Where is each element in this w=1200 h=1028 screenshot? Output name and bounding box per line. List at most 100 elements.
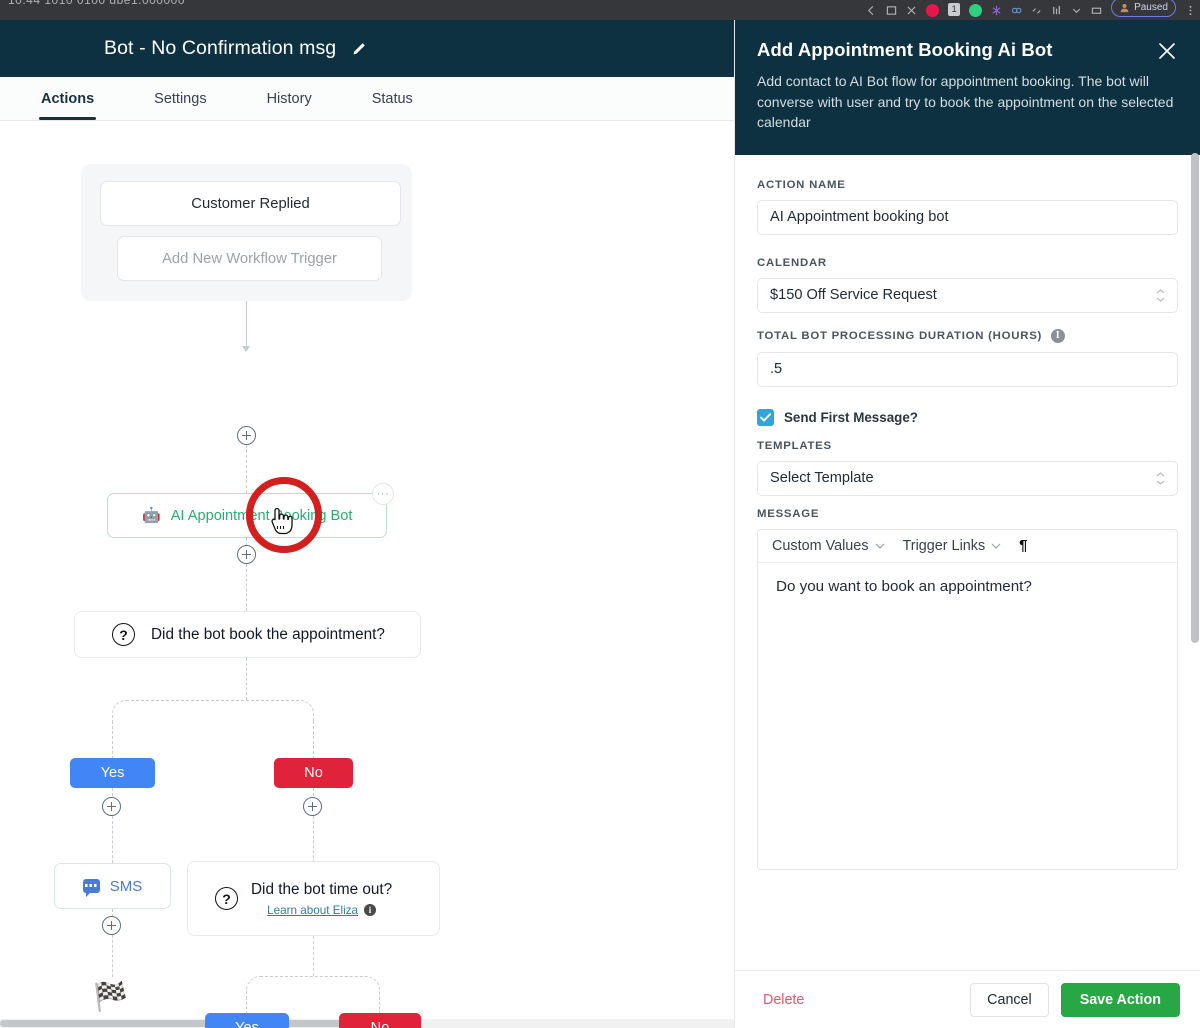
close-window-icon[interactable] (906, 5, 917, 16)
back-icon[interactable] (866, 5, 877, 16)
branch-label-yes-2[interactable]: Yes (205, 1013, 289, 1028)
app-root: 10:44 1010 0100 dbe1.000000 1 Paused Bot… (0, 0, 1200, 1028)
tab-actions[interactable]: Actions (39, 77, 97, 120)
chevron-down-icon (875, 543, 884, 549)
branch-label-no-2-text: No (370, 1020, 390, 1028)
message-editor: Custom Values Trigger Links ¶ Do you wan… (757, 528, 1178, 870)
avatar-icon (1120, 3, 1129, 13)
info-icon[interactable]: i (1051, 328, 1066, 343)
tab-history[interactable]: History (265, 77, 314, 120)
extension-icon-red[interactable] (926, 3, 940, 17)
duration-input[interactable]: .5 (757, 351, 1178, 387)
calendar-select[interactable]: $150 Off Service Request (757, 277, 1178, 313)
add-step-button-yes-1[interactable] (102, 797, 121, 816)
robot-icon: 🤖 (142, 507, 161, 524)
checkered-flag-icon: 🏁 (93, 981, 128, 1012)
chevron-down-icon[interactable] (1071, 5, 1082, 16)
pencil-icon[interactable] (350, 40, 368, 58)
connector-line (246, 301, 247, 347)
message-body-text: Do you want to book an appointment? (776, 577, 1032, 595)
delete-button[interactable]: Delete (755, 986, 812, 1014)
action-name-input[interactable]: AI Appointment booking bot (757, 199, 1178, 235)
condition-node-did-bot-time-out[interactable]: ? Did the bot time out? Learn about Eliz… (187, 861, 440, 936)
panel-vertical-scrollbar[interactable] (1191, 153, 1199, 643)
trigger-node-label: Customer Replied (191, 195, 310, 212)
browser-chrome-strip: 10:44 1010 0100 dbe1.000000 1 Paused (0, 0, 1200, 20)
tab-status-label: Status (371, 90, 413, 107)
workflow-canvas[interactable]: Customer Replied Add New Workflow Trigge… (0, 121, 734, 1028)
branch-label-no-1[interactable]: No (274, 758, 353, 788)
connector-line (246, 564, 247, 611)
workflow-title: Bot - No Confirmation msg (104, 37, 337, 59)
extension-icon-blue[interactable] (1011, 5, 1022, 16)
action-name-value: AI Appointment booking bot (770, 209, 949, 225)
duration-label: TOTAL BOT PROCESSING DURATION (HOURS) i (757, 328, 1178, 343)
workflow-header: Bot - No Confirmation msg (0, 20, 734, 77)
message-textarea[interactable]: Do you want to book an appointment? (758, 563, 1177, 869)
add-step-button-sms[interactable] (102, 916, 121, 935)
tab-actions-label: Actions (41, 90, 95, 107)
send-first-message-checkbox[interactable] (757, 408, 774, 426)
wallet-icon[interactable] (1091, 5, 1102, 16)
send-first-message-label: Send First Message? (784, 409, 918, 425)
extension-icon-link[interactable] (1031, 5, 1042, 16)
branch-label-yes-1[interactable]: Yes (70, 758, 155, 788)
question-mark-icon: ? (112, 623, 135, 646)
learn-about-eliza-link[interactable]: Learn about Eliza (267, 904, 358, 917)
action-node-sms[interactable]: SMS (54, 863, 171, 909)
connector-line (313, 721, 314, 759)
tab-history-label: History (266, 90, 312, 107)
node-more-options-label: ··· (376, 488, 390, 500)
close-icon[interactable] (1156, 40, 1178, 62)
address-bar-text: 10:44 1010 0100 dbe1.000000 (8, 0, 185, 7)
duration-label-text: TOTAL BOT PROCESSING DURATION (HOURS) (757, 329, 1043, 342)
trigger-node-customer-replied[interactable]: Customer Replied (100, 181, 401, 226)
connector-arrow (242, 346, 250, 352)
branch-label-no-2[interactable]: No (339, 1013, 421, 1028)
condition-node-label: Did the bot book the appointment? (151, 625, 385, 643)
panel-header: Add Appointment Booking Ai Bot Add conta… (735, 20, 1200, 155)
duration-value: .5 (770, 361, 783, 377)
send-first-message-row[interactable]: Send First Message? (757, 408, 1178, 426)
save-action-button[interactable]: Save Action (1060, 982, 1180, 1017)
panel-title: Add Appointment Booking Ai Bot (757, 39, 1053, 60)
condition-node-did-bot-book[interactable]: ? Did the bot book the appointment? (74, 611, 421, 658)
custom-values-label: Custom Values (772, 537, 869, 554)
node-more-options-button[interactable]: ··· (372, 483, 394, 505)
more-vertical-icon[interactable] (1185, 5, 1196, 16)
check-icon (760, 412, 771, 422)
custom-values-dropdown[interactable]: Custom Values (772, 538, 885, 554)
trigger-links-dropdown[interactable]: Trigger Links (903, 538, 1002, 554)
connector-line (112, 935, 113, 977)
templates-select[interactable]: Select Template (757, 460, 1178, 496)
pilcrow-icon[interactable]: ¶ (1019, 537, 1027, 554)
extension-icon-green[interactable] (969, 3, 983, 17)
panel-description: Add contact to AI Bot flow for appointme… (757, 73, 1174, 130)
extension-icon-purple[interactable] (991, 5, 1002, 16)
add-step-button-2[interactable] (237, 545, 256, 564)
condition-node-2-label: Did the bot time out? (251, 880, 393, 898)
add-step-button-1[interactable] (237, 426, 256, 445)
add-step-button-no-1[interactable] (303, 797, 322, 816)
calendar-label: CALENDAR (757, 256, 827, 269)
panel-body: ACTION NAME AI Appointment booking bot C… (735, 155, 1200, 1015)
window-icon[interactable] (886, 5, 897, 16)
cancel-button[interactable]: Cancel (970, 982, 1049, 1017)
message-label: MESSAGE (757, 507, 820, 520)
action-name-label: ACTION NAME (757, 178, 846, 191)
chevron-updown-icon (1156, 288, 1165, 302)
profile-pill[interactable]: Paused (1111, 0, 1176, 17)
tab-settings[interactable]: Settings (152, 77, 208, 120)
branch-label-yes-2-text: Yes (235, 1020, 259, 1028)
add-workflow-trigger-button[interactable]: Add New Workflow Trigger (117, 236, 382, 281)
tab-status[interactable]: Status (370, 77, 415, 120)
connector-line (313, 816, 314, 863)
branch-label-yes-1-text: Yes (100, 765, 125, 781)
extension-icon-bars[interactable] (1051, 5, 1062, 16)
connector-line (246, 445, 247, 493)
chrome-extensions-tray: 1 Paused (866, 0, 1196, 20)
action-node-ai-appointment-booking-bot[interactable]: 🤖 AI Appointment Booking Bot (107, 493, 387, 538)
info-icon[interactable]: i (364, 904, 377, 916)
branch-connector (112, 700, 314, 722)
profile-label: Paused (1134, 2, 1168, 13)
